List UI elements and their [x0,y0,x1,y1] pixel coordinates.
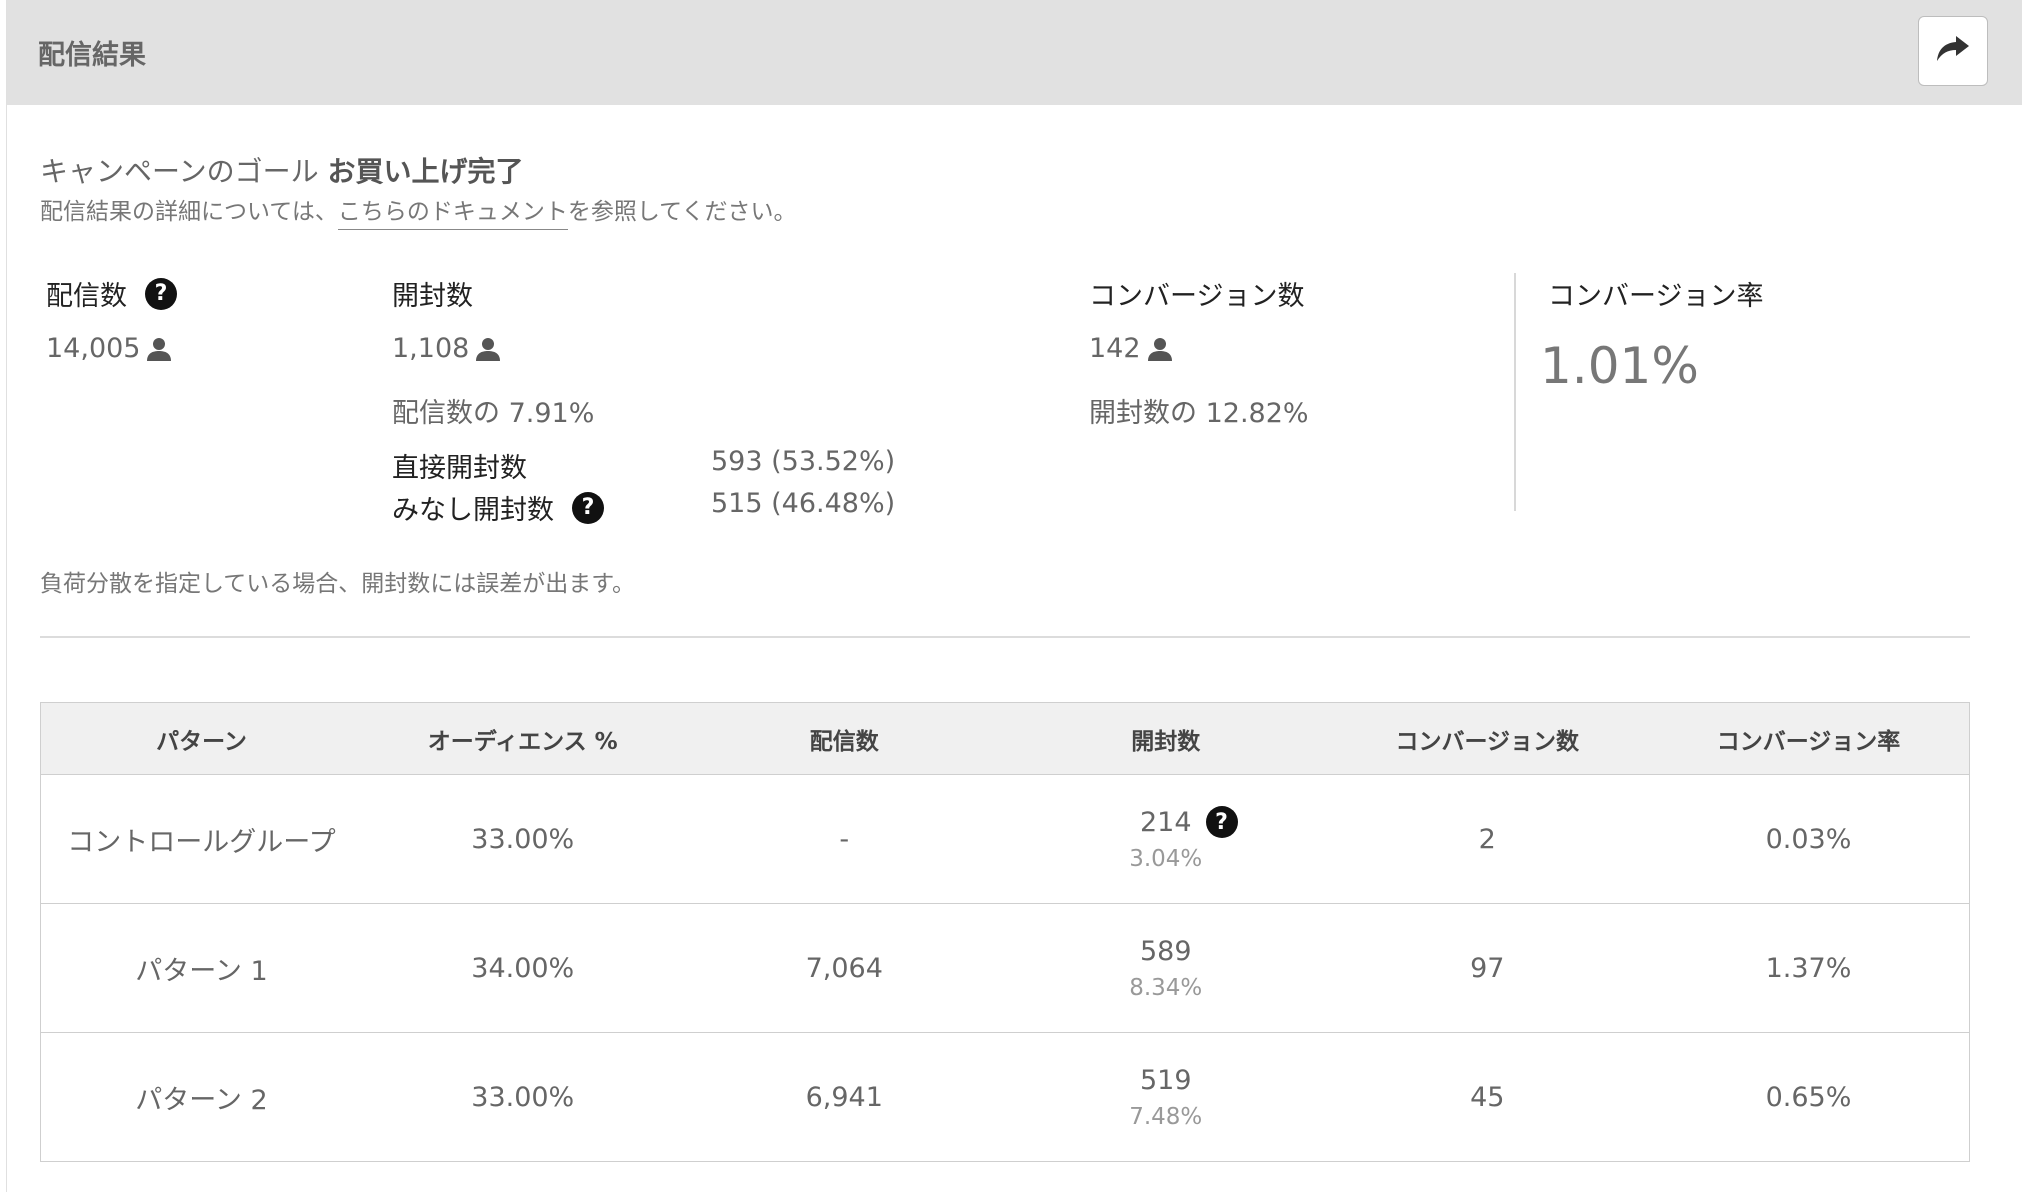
conversions-value-row: 142 [1089,333,1173,364]
opened-percent: 3.04% [1129,846,1203,872]
doc-before: 配信結果の詳細については、 [40,199,338,225]
help-icon[interactable]: ? [1205,806,1238,838]
cell-rate: 0.65% [1648,1032,1970,1162]
cell-delivered: 7,064 [683,903,1005,1033]
direct-opened-label: 直接開封数 [392,453,527,484]
doc-after: を参照してください。 [567,199,797,225]
opened-count: 589 [1139,935,1192,967]
opened-value: 1,108 [392,333,470,364]
deemed-opened-label-row: みなし開封数 ? [392,488,604,527]
conversions-value: 142 [1089,333,1141,364]
panel-title: 配信結果 [38,40,146,71]
cell-opened: 589 8.34% [1005,903,1327,1033]
table-row: パターン 2 33.00% 6,941 519 7.48% 45 0.65% [40,1032,1970,1162]
cell-pattern: コントロールグループ [40,774,362,904]
conversion-rate-value: 1.01% [1540,337,1699,395]
conversion-rate-label: コンバージョン率 [1548,281,1764,312]
person-icon [147,337,172,361]
table-header-row: パターン オーディエンス % 配信数 開封数 コンバージョン数 コンバージョン率 [40,702,1970,775]
cell-opened: 519 7.48% [1005,1032,1327,1162]
cell-conversions: 2 [1326,774,1648,904]
cell-audience: 34.00% [362,903,684,1033]
opened-percent: 7.48% [1129,1103,1203,1130]
person-icon [1147,337,1172,361]
opened-label: 開封数 [392,281,473,312]
opened-count: 519 [1139,1064,1192,1096]
table-row: パターン 1 34.00% 7,064 589 8.34% 97 1.37% [40,903,1970,1033]
panel-header: 配信結果 [7,0,2022,105]
conversions-ratio: 開封数の 12.82% [1089,398,1309,429]
opened-value-row: 1,108 [392,333,501,364]
share-button[interactable] [1918,16,1988,86]
col-delivered: 配信数 [683,702,1005,775]
cell-delivered: - [683,774,1005,904]
person-icon [476,337,501,361]
col-rate: コンバージョン率 [1648,702,1970,775]
delivered-value: 14,005 [46,333,141,364]
deemed-opened-value: 515 (46.48%) [711,488,896,519]
delivered-label-row: 配信数 ? [46,274,177,313]
col-pattern: パターン [40,702,362,775]
delivered-label: 配信数 [46,281,127,312]
cell-conversions: 45 [1326,1032,1648,1162]
col-audience: オーディエンス % [362,702,684,775]
col-opened: 開封数 [1005,702,1327,775]
goal-prefix: キャンペーンのゴール [40,155,319,188]
share-arrow-icon [1935,34,1971,68]
cell-delivered: 6,941 [683,1032,1005,1162]
cell-audience: 33.00% [362,1032,684,1162]
pattern-table: パターン オーディエンス % 配信数 開封数 コンバージョン数 コンバージョン率… [40,702,1970,1162]
section-divider [40,636,1970,638]
cell-rate: 0.03% [1648,774,1970,904]
goal-value: お買い上げ完了 [327,155,524,188]
doc-note: 配信結果の詳細については、こちらのドキュメントを参照してください。 [40,192,797,230]
deemed-opened-label: みなし開封数 [392,495,554,526]
delivered-value-row: 14,005 [46,333,172,364]
table-row: コントロールグループ 33.00% - 214 ? 3.04% 2 0.03% [40,774,1970,904]
cell-opened: 214 ? 3.04% [1005,774,1327,904]
cell-pattern: パターン 1 [40,903,362,1033]
help-icon[interactable]: ? [145,277,177,310]
cell-audience: 33.00% [362,774,684,904]
divider [1514,273,1516,511]
cell-rate: 1.37% [1648,903,1970,1033]
campaign-goal: キャンペーンのゴール お買い上げ完了 [40,150,524,190]
conversions-label: コンバージョン数 [1089,281,1305,312]
cell-pattern: パターン 2 [40,1032,362,1162]
cell-conversions: 97 [1326,903,1648,1033]
doc-link[interactable]: こちらのドキュメント [337,199,568,230]
help-icon[interactable]: ? [572,491,604,524]
col-conversions: コンバージョン数 [1326,702,1648,775]
direct-opened-value: 593 (53.52%) [711,446,896,477]
opened-ratio: 配信数の 7.91% [392,398,595,429]
opened-count: 214 [1139,806,1192,838]
opened-percent: 8.34% [1129,974,1203,1001]
load-balance-note: 負荷分散を指定している場合、開封数には誤差が出ます。 [40,571,636,597]
